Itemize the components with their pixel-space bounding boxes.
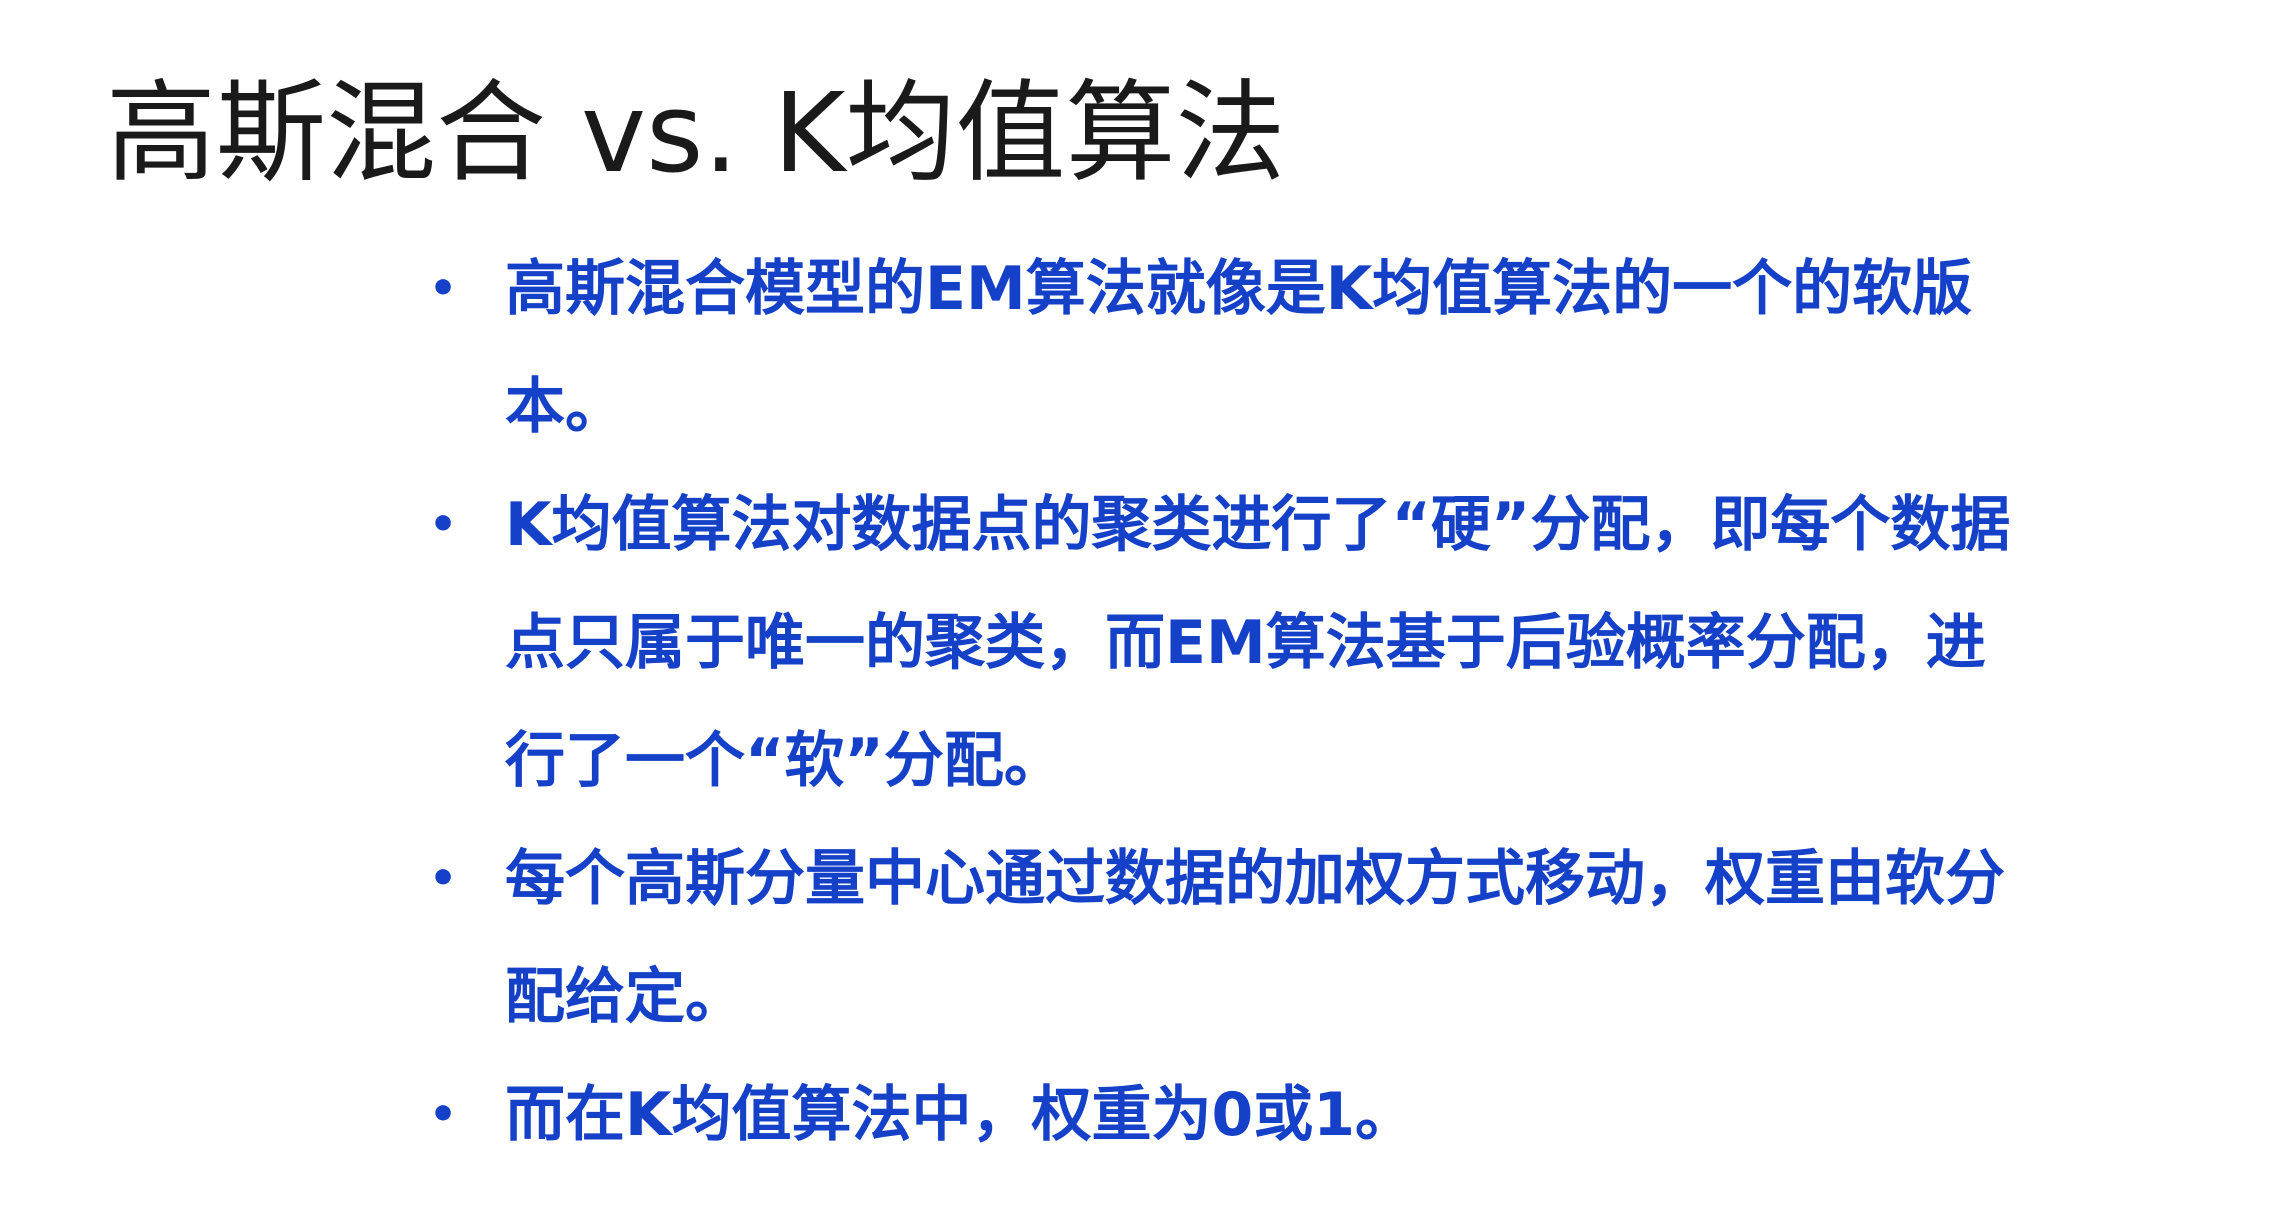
bullet-dot-icon: • [429,853,458,904]
bullet-dot-icon: • [429,263,458,314]
bullet-item: • 每个高斯分量中心通过数据的加权方式移动，权重由软分配给定。 [425,820,2025,1056]
bullet-item: • 高斯混合模型的EM算法就像是K均值算法的一个的软版本。 [425,230,2025,466]
bullet-text: 而在K均值算法中，权重为0或1。 [505,1080,1415,1150]
bullet-text: 每个高斯分量中心通过数据的加权方式移动，权重由软分配给定。 [505,844,2005,1032]
bullet-item: • K均值算法对数据点的聚类进行了“硬”分配，即每个数据点只属于唯一的聚类，而E… [425,466,2025,820]
slide: 高斯混合 vs. K均值算法 • 高斯混合模型的EM算法就像是K均值算法的一个的… [0,0,2290,1224]
bullet-dot-icon: • [429,499,458,550]
bullet-text: 高斯混合模型的EM算法就像是K均值算法的一个的软版本。 [505,254,1973,442]
bullet-dot-icon: • [429,1089,458,1140]
bullet-list: • 高斯混合模型的EM算法就像是K均值算法的一个的软版本。 • K均值算法对数据… [425,230,2025,1174]
bullet-text: K均值算法对数据点的聚类进行了“硬”分配，即每个数据点只属于唯一的聚类，而EM算… [505,490,2011,796]
bullet-item: • 而在K均值算法中，权重为0或1。 [425,1056,2025,1174]
slide-title: 高斯混合 vs. K均值算法 [106,69,1286,197]
